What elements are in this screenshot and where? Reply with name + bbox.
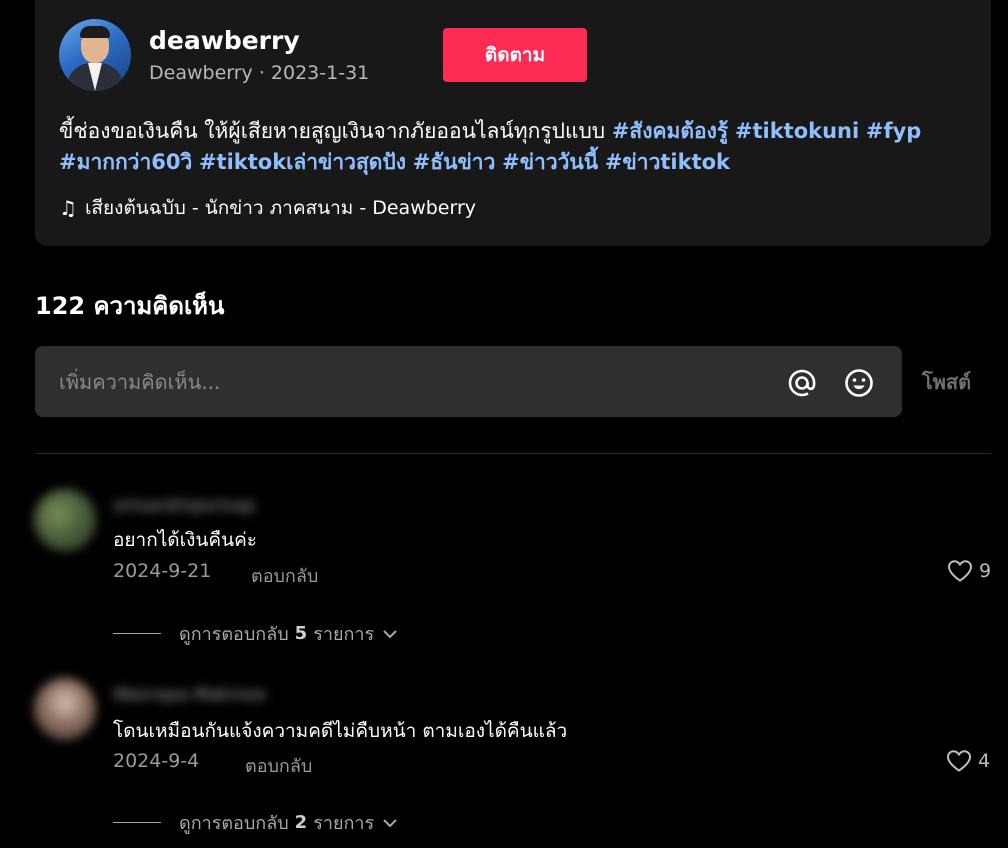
hashtag-link[interactable]: #สังคมต้องรู้ bbox=[612, 119, 728, 143]
hashtag-link[interactable]: #ข่าววันนี้ bbox=[502, 150, 598, 174]
post-button[interactable]: โพสต์ bbox=[922, 366, 971, 398]
comment-date: 2024-9-21 bbox=[113, 560, 212, 582]
heart-icon bbox=[946, 750, 972, 772]
creator-nickname[interactable]: Deawberry bbox=[149, 62, 253, 84]
commenter-name[interactable]: Wanrapa Makmee bbox=[113, 685, 266, 705]
comment-text: โดนเหมือนกันแจ้งความคดีไม่คืบหน้า ตามเอง… bbox=[113, 720, 568, 742]
replies-count: 5 bbox=[294, 623, 308, 644]
at-icon[interactable] bbox=[785, 366, 819, 400]
view-replies-label: ดูการตอบกลับ bbox=[179, 813, 289, 834]
description-text: ขี้ช่องขอเงินคืน ให้ผู้เสียหายสูญเงินจาก… bbox=[59, 119, 606, 143]
like-count: 4 bbox=[978, 750, 991, 772]
comment-text: อยากได้เงินคืนค่ะ bbox=[113, 529, 257, 551]
view-replies-button[interactable]: ดูการตอบกลับ 5 รายการ bbox=[113, 619, 398, 648]
creator-avatar[interactable] bbox=[59, 19, 131, 91]
section-divider bbox=[35, 453, 991, 454]
reply-button[interactable]: ตอบกลับ bbox=[251, 561, 318, 590]
hashtag-link[interactable]: #tiktokเล่าข่าวสุดปัง bbox=[199, 150, 406, 174]
replies-line bbox=[113, 633, 161, 634]
comment-count-number: 122 bbox=[35, 292, 86, 320]
commenter-avatar[interactable] bbox=[34, 678, 96, 740]
avatar-hair bbox=[80, 26, 110, 38]
creator-username[interactable]: deawberry bbox=[149, 26, 300, 55]
hashtag-link[interactable]: #fyp bbox=[866, 119, 921, 143]
like-count: 9 bbox=[979, 560, 992, 582]
comment-date: 2024-9-4 bbox=[113, 750, 200, 772]
music-title: เสียงต้นฉบับ - นักข่าว ภาคสนาม - Deawber… bbox=[84, 197, 477, 219]
commenter-avatar[interactable] bbox=[34, 489, 96, 551]
hashtag-link[interactable]: #มากกว่า60วิ bbox=[59, 150, 192, 174]
post-date: 2023-1-31 bbox=[270, 62, 370, 84]
replies-unit: รายการ bbox=[313, 624, 375, 645]
hashtag-link[interactable]: #ข่าวtiktok bbox=[605, 150, 730, 174]
hashtag-link[interactable]: #tiktokuni bbox=[735, 119, 859, 143]
chevron-down-icon bbox=[383, 818, 397, 827]
replies-count: 2 bbox=[294, 812, 308, 833]
like-button[interactable]: 4 bbox=[946, 749, 990, 773]
comment-count-label: ความคิดเห็น bbox=[93, 292, 225, 320]
music-note-icon: ♫ bbox=[59, 196, 77, 220]
comment-input-container bbox=[35, 346, 902, 417]
chevron-down-icon bbox=[383, 629, 397, 638]
video-description: ขี้ช่องขอเงินคืน ให้ผู้เสียหายสูญเงินจาก… bbox=[59, 116, 959, 178]
like-button[interactable]: 9 bbox=[947, 559, 991, 583]
view-replies-button[interactable]: ดูการตอบกลับ 2 รายการ bbox=[113, 808, 398, 837]
comment-input[interactable] bbox=[59, 346, 759, 417]
reply-button[interactable]: ตอบกลับ bbox=[245, 751, 312, 780]
music-link[interactable]: ♫ เสียงต้นฉบับ - นักข่าว ภาคสนาม - Deawb… bbox=[59, 193, 476, 223]
subline-separator: · bbox=[252, 62, 271, 84]
creator-subline: Deawberry · 2023-1-31 bbox=[149, 62, 369, 84]
commenter-name[interactable]: sirisankhipsrisap bbox=[113, 496, 255, 516]
view-replies-label: ดูการตอบกลับ bbox=[179, 624, 289, 645]
hashtag-link[interactable]: #ธันข่าว bbox=[413, 150, 496, 174]
emoji-icon[interactable] bbox=[842, 366, 876, 400]
replies-line bbox=[113, 822, 161, 823]
heart-icon bbox=[947, 560, 973, 582]
comment-count-heading: 122 ความคิดเห็น bbox=[35, 286, 224, 325]
replies-unit: รายการ bbox=[313, 813, 375, 834]
follow-button[interactable]: ติดตาม bbox=[443, 28, 587, 82]
